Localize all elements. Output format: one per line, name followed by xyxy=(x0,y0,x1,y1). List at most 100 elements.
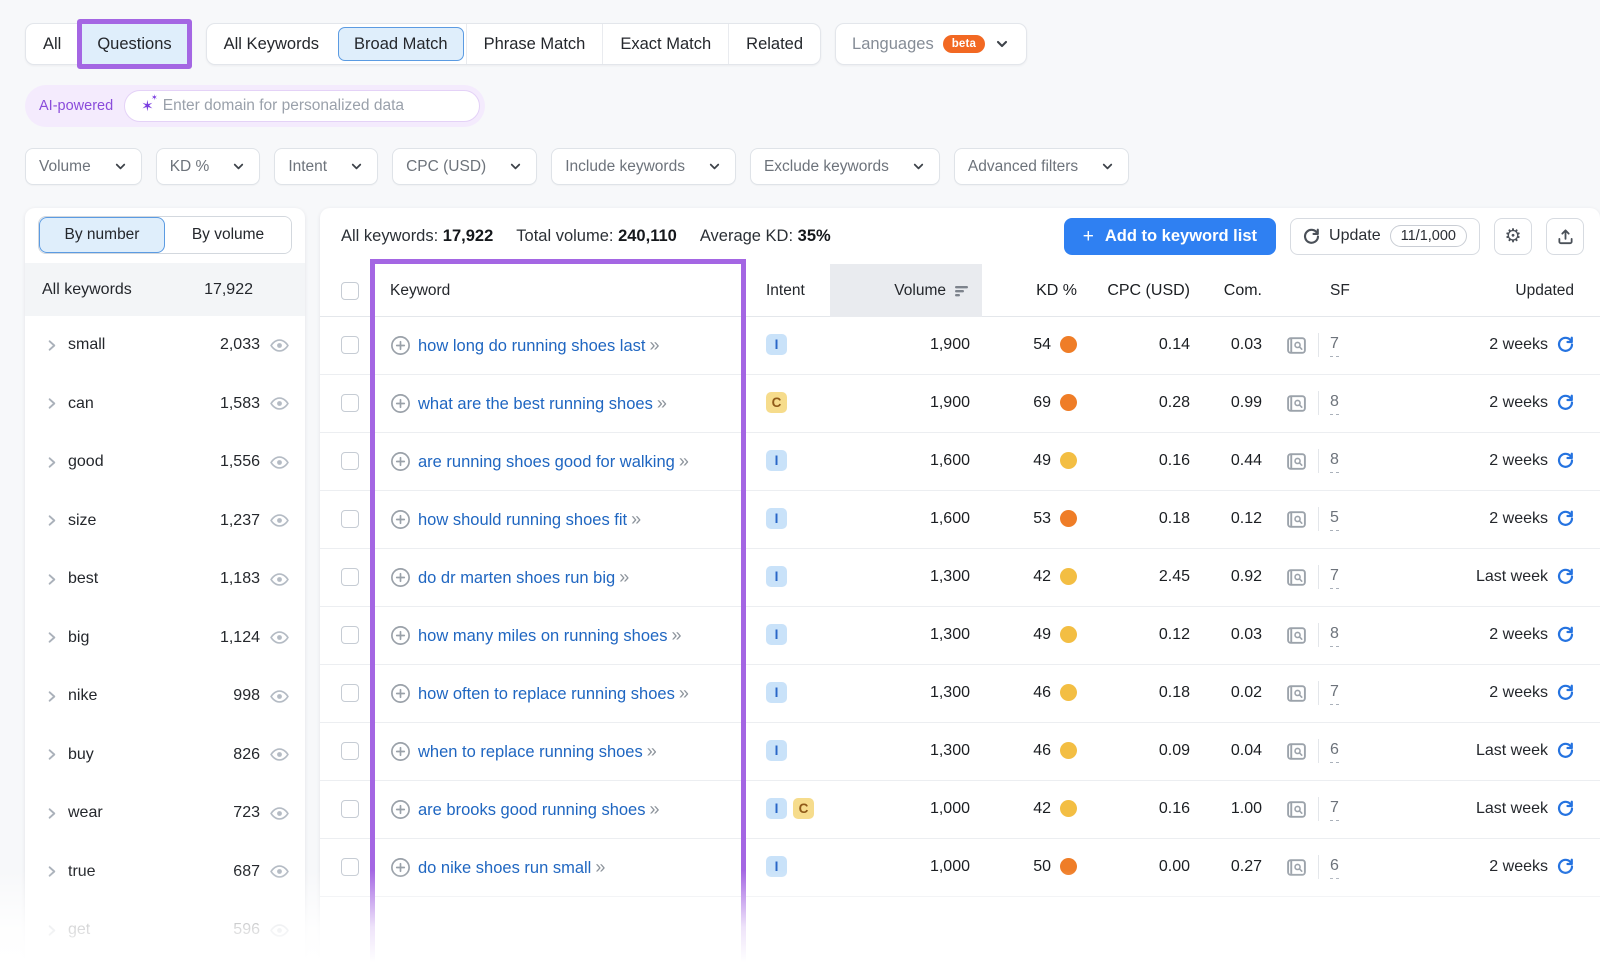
refresh-icon[interactable] xyxy=(1557,394,1574,411)
add-keyword-icon[interactable] xyxy=(390,799,411,820)
add-keyword-icon[interactable] xyxy=(390,741,411,762)
column-header-cpc[interactable]: CPC (USD) xyxy=(1085,282,1200,300)
keyword-link[interactable]: how many miles on running shoes xyxy=(418,627,667,645)
keyword-link[interactable]: do dr marten shoes run big xyxy=(418,569,615,587)
sidebar-item-small[interactable]: small 2,033 xyxy=(25,316,305,375)
row-checkbox[interactable] xyxy=(341,452,359,470)
update-button[interactable]: Update 11/1,000 xyxy=(1290,218,1480,255)
refresh-icon[interactable] xyxy=(1557,336,1574,353)
keyword-link[interactable]: do nike shoes run small xyxy=(418,859,591,877)
serp-preview-icon[interactable] xyxy=(1286,683,1307,704)
filter-exclude-keywords[interactable]: Exclude keywords xyxy=(750,148,940,185)
keyword-link[interactable]: are running shoes good for walking xyxy=(418,453,675,471)
filter-advanced-filters[interactable]: Advanced filters xyxy=(954,148,1129,185)
expand-keyword-icon[interactable]: » xyxy=(650,799,659,819)
serp-preview-icon[interactable] xyxy=(1286,451,1307,472)
serp-preview-icon[interactable] xyxy=(1286,799,1307,820)
keyword-link[interactable]: how often to replace running shoes xyxy=(418,685,675,703)
refresh-icon[interactable] xyxy=(1557,510,1574,527)
keyword-link[interactable]: when to replace running shoes xyxy=(418,743,643,761)
add-keyword-icon[interactable] xyxy=(390,625,411,646)
expand-keyword-icon[interactable]: » xyxy=(650,335,659,355)
sf-count[interactable]: 7 xyxy=(1330,680,1339,705)
sf-count[interactable]: 6 xyxy=(1330,738,1339,763)
settings-button[interactable]: ⚙ xyxy=(1494,218,1532,255)
eye-icon[interactable] xyxy=(269,686,290,707)
eye-icon[interactable] xyxy=(269,335,290,356)
tab-phrase-match[interactable]: Phrase Match xyxy=(466,24,603,64)
refresh-icon[interactable] xyxy=(1557,858,1574,875)
sidebar-item-can[interactable]: can 1,583 xyxy=(25,375,305,434)
row-checkbox[interactable] xyxy=(341,800,359,818)
refresh-icon[interactable] xyxy=(1557,626,1574,643)
keyword-link[interactable]: how long do running shoes last xyxy=(418,337,646,355)
expand-keyword-icon[interactable]: » xyxy=(595,857,604,877)
sidebar-item-true[interactable]: true 687 xyxy=(25,843,305,902)
refresh-icon[interactable] xyxy=(1557,452,1574,469)
row-checkbox[interactable] xyxy=(341,684,359,702)
add-keyword-icon[interactable] xyxy=(390,683,411,704)
row-checkbox[interactable] xyxy=(341,626,359,644)
row-checkbox[interactable] xyxy=(341,858,359,876)
sidebar-item-get[interactable]: get 596 xyxy=(25,901,305,960)
eye-icon[interactable] xyxy=(269,744,290,765)
expand-keyword-icon[interactable]: » xyxy=(631,509,640,529)
eye-icon[interactable] xyxy=(269,627,290,648)
languages-dropdown[interactable]: Languages beta xyxy=(835,23,1027,65)
toggle-by-volume[interactable]: By volume xyxy=(165,217,291,253)
row-checkbox[interactable] xyxy=(341,510,359,528)
add-to-keyword-list-button[interactable]: + Add to keyword list xyxy=(1064,218,1276,255)
column-header-kd[interactable]: KD % xyxy=(982,282,1085,300)
sidebar-item-wear[interactable]: wear 723 xyxy=(25,784,305,843)
eye-icon[interactable] xyxy=(269,803,290,824)
filter-include-keywords[interactable]: Include keywords xyxy=(551,148,736,185)
toggle-by-number[interactable]: By number xyxy=(39,217,165,253)
expand-keyword-icon[interactable]: » xyxy=(647,741,656,761)
sf-count[interactable]: 8 xyxy=(1330,390,1339,415)
tab-broad-match[interactable]: Broad Match xyxy=(338,27,464,61)
eye-icon[interactable] xyxy=(269,861,290,882)
eye-icon[interactable] xyxy=(269,569,290,590)
sidebar-item-nike[interactable]: nike 998 xyxy=(25,667,305,726)
refresh-icon[interactable] xyxy=(1557,568,1574,585)
tab-all[interactable]: All xyxy=(26,24,78,64)
export-button[interactable] xyxy=(1546,218,1584,255)
tab-all-keywords[interactable]: All Keywords xyxy=(207,24,336,64)
column-header-volume[interactable]: Volume xyxy=(830,264,982,317)
serp-preview-icon[interactable] xyxy=(1286,567,1307,588)
sidebar-item-big[interactable]: big 1,124 xyxy=(25,609,305,668)
sf-count[interactable]: 7 xyxy=(1330,332,1339,357)
add-keyword-icon[interactable] xyxy=(390,567,411,588)
serp-preview-icon[interactable] xyxy=(1286,393,1307,414)
sf-count[interactable]: 7 xyxy=(1330,564,1339,589)
filter-kd[interactable]: KD % xyxy=(156,148,261,185)
expand-keyword-icon[interactable]: » xyxy=(679,451,688,471)
domain-input[interactable] xyxy=(163,97,463,115)
row-checkbox[interactable] xyxy=(341,568,359,586)
filter-volume[interactable]: Volume xyxy=(25,148,142,185)
keyword-link[interactable]: are brooks good running shoes xyxy=(418,801,646,819)
sf-count[interactable]: 8 xyxy=(1330,622,1339,647)
add-keyword-icon[interactable] xyxy=(390,451,411,472)
sidebar-item-best[interactable]: best 1,183 xyxy=(25,550,305,609)
sf-count[interactable]: 8 xyxy=(1330,448,1339,473)
tab-related[interactable]: Related xyxy=(728,24,820,64)
tab-exact-match[interactable]: Exact Match xyxy=(602,24,728,64)
serp-preview-icon[interactable] xyxy=(1286,857,1307,878)
serp-preview-icon[interactable] xyxy=(1286,335,1307,356)
filter-cpc-usd[interactable]: CPC (USD) xyxy=(392,148,537,185)
serp-preview-icon[interactable] xyxy=(1286,509,1307,530)
refresh-icon[interactable] xyxy=(1557,800,1574,817)
expand-keyword-icon[interactable]: » xyxy=(671,625,680,645)
column-header-updated[interactable]: Updated xyxy=(1360,282,1600,300)
expand-keyword-icon[interactable]: » xyxy=(657,393,666,413)
select-all-checkbox[interactable] xyxy=(341,282,359,300)
add-keyword-icon[interactable] xyxy=(390,335,411,356)
tab-questions[interactable]: Questions xyxy=(77,19,191,69)
sidebar-item-buy[interactable]: buy 826 xyxy=(25,726,305,785)
keyword-link[interactable]: what are the best running shoes xyxy=(418,395,653,413)
column-header-intent[interactable]: Intent xyxy=(746,282,830,300)
column-header-com[interactable]: Com. xyxy=(1200,282,1272,300)
serp-preview-icon[interactable] xyxy=(1286,741,1307,762)
sf-count[interactable]: 7 xyxy=(1330,796,1339,821)
